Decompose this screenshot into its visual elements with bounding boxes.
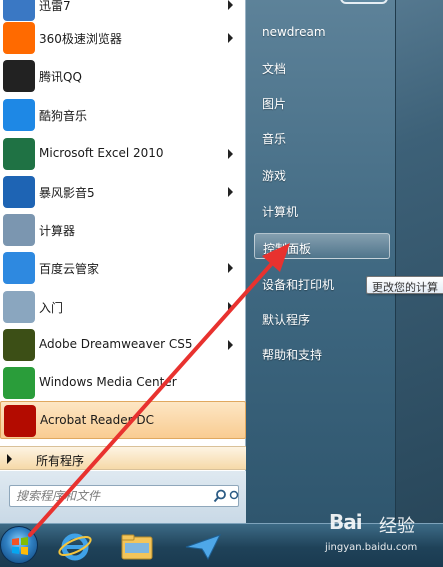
- start-menu-link[interactable]: 控制面板: [254, 233, 390, 259]
- program-label: Microsoft Excel 2010: [39, 146, 164, 160]
- user-picture[interactable]: [340, 0, 388, 4]
- start-menu-link-label: 音乐: [262, 132, 287, 146]
- start-menu-link-label: 设备和打印机: [262, 278, 335, 292]
- baidu-cloud-icon: [3, 252, 35, 284]
- windows-media-center-icon: [3, 367, 35, 399]
- calculator-icon: [3, 214, 35, 246]
- program-item[interactable]: 计算器: [0, 211, 246, 249]
- start-menu-link[interactable]: 文档: [254, 54, 390, 80]
- getting-started-icon: [3, 291, 35, 323]
- paper-plane-icon: [185, 534, 222, 561]
- program-item[interactable]: Adobe Dreamweaver CS5: [0, 326, 246, 364]
- program-label: 暴风影音5: [39, 186, 95, 200]
- search-area: [0, 471, 246, 523]
- submenu-arrow-icon[interactable]: [228, 149, 233, 159]
- start-menu-link-label: 默认程序: [262, 313, 311, 327]
- folder-icon: [121, 534, 153, 560]
- start-menu-link-label: 计算机: [262, 205, 299, 219]
- tooltip-text: 更改您的计算: [372, 281, 438, 294]
- start-menu: 迅雷7 360极速浏览器 腾讯QQ 酷狗音乐 Microsoft Excel 2010 暴…: [0, 0, 396, 523]
- qq-penguin-icon: [3, 60, 35, 92]
- start-menu-link[interactable]: 计算机: [254, 197, 390, 223]
- taskbar-ie-button[interactable]: [50, 527, 100, 565]
- start-menu-link[interactable]: 游戏: [254, 161, 390, 187]
- program-item[interactable]: 暴风影音5: [0, 173, 246, 211]
- triangle-right-icon: [7, 454, 12, 464]
- program-item[interactable]: Acrobat Reader DC: [0, 401, 246, 439]
- program-item[interactable]: 入门: [0, 288, 246, 326]
- dreamweaver-icon: [3, 329, 35, 361]
- start-button[interactable]: [0, 526, 38, 564]
- submenu-arrow-icon[interactable]: [228, 340, 233, 350]
- start-menu-link-label: newdream: [262, 25, 326, 39]
- program-label: Acrobat Reader DC: [40, 413, 154, 427]
- start-menu-link-label: 图片: [262, 97, 287, 111]
- search-input[interactable]: [16, 488, 206, 504]
- program-label: 腾讯QQ: [39, 70, 82, 84]
- thunder-icon: [3, 0, 35, 21]
- baidu-jingyan-watermark: Bai 经验 jingyan.baidu.com: [325, 510, 443, 560]
- internet-explorer-icon: [58, 533, 92, 561]
- program-item[interactable]: 百度云管家: [0, 249, 246, 287]
- start-menu-link[interactable]: 图片: [254, 89, 390, 115]
- all-programs-button[interactable]: 所有程序: [0, 446, 246, 470]
- start-menu-left-panel: 迅雷7 360极速浏览器 腾讯QQ 酷狗音乐 Microsoft Excel 2010 暴…: [0, 0, 246, 523]
- all-programs-label: 所有程序: [36, 454, 85, 468]
- excel-icon: [3, 138, 35, 170]
- start-menu-link-label: 游戏: [262, 169, 287, 183]
- submenu-arrow-icon[interactable]: [228, 0, 233, 10]
- program-label: 计算器: [39, 224, 76, 238]
- submenu-arrow-icon[interactable]: [228, 187, 233, 197]
- submenu-arrow-icon[interactable]: [228, 263, 233, 273]
- start-menu-right-panel: newdream 文档图片音乐游戏计算机控制面板设备和打印机 默认程序帮助和支持: [246, 0, 396, 523]
- start-menu-link-label: 帮助和支持: [262, 348, 323, 362]
- program-item[interactable]: 360极速浏览器: [0, 19, 246, 57]
- kugou-icon: [3, 99, 35, 131]
- browser-360-icon: [3, 22, 35, 54]
- start-menu-link[interactable]: 音乐: [254, 124, 390, 150]
- program-item[interactable]: 腾讯QQ: [0, 57, 246, 95]
- watermark-logo: Bai: [329, 510, 363, 534]
- taskbar-app-button[interactable]: [178, 527, 228, 565]
- program-label: 360极速浏览器: [39, 32, 122, 46]
- search-icon[interactable]: [213, 489, 227, 503]
- program-item[interactable]: 酷狗音乐: [0, 96, 246, 134]
- start-menu-link[interactable]: 默认程序: [254, 305, 390, 331]
- watermark-url: jingyan.baidu.com: [325, 542, 418, 553]
- windows-logo-icon: [12, 537, 28, 555]
- program-label: Windows Media Center: [39, 375, 177, 389]
- program-item[interactable]: Windows Media Center: [0, 364, 246, 402]
- start-menu-link[interactable]: 帮助和支持: [254, 340, 390, 366]
- acrobat-icon: [4, 405, 36, 437]
- program-label: 酷狗音乐: [39, 109, 88, 123]
- start-menu-link-label: 控制面板: [263, 242, 312, 256]
- tooltip: 更改您的计算: [366, 276, 443, 294]
- program-item[interactable]: Microsoft Excel 2010: [0, 135, 246, 173]
- search-box[interactable]: [9, 485, 239, 507]
- search-options-icon[interactable]: [229, 489, 239, 503]
- program-label: 百度云管家: [39, 262, 100, 276]
- start-menu-link[interactable]: newdream: [254, 19, 390, 45]
- program-label: 迅雷7: [39, 0, 71, 13]
- submenu-arrow-icon[interactable]: [228, 302, 233, 312]
- program-label: Adobe Dreamweaver CS5: [39, 337, 193, 351]
- submenu-arrow-icon[interactable]: [228, 33, 233, 43]
- taskbar-explorer-button[interactable]: [112, 527, 162, 565]
- baofeng-icon: [3, 176, 35, 208]
- program-label: 入门: [39, 301, 64, 315]
- watermark-text: 经验: [379, 516, 415, 537]
- start-menu-link-label: 文档: [262, 62, 287, 76]
